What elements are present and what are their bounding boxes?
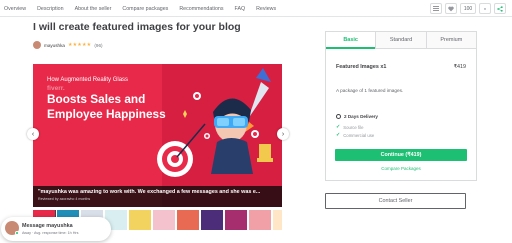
compare-packages-link[interactable]: Compare Packages <box>326 166 476 171</box>
chevron-right-icon: › <box>281 130 285 138</box>
seller-avatar[interactable] <box>33 41 41 49</box>
feature-label: Commercial use <box>343 132 375 138</box>
delivery-label: 2 Days Delivery <box>344 114 378 119</box>
gallery-thumbnail[interactable] <box>153 210 175 230</box>
nav-link-faq[interactable]: FAQ <box>235 6 246 12</box>
delivery-time: 2 Days Delivery <box>336 114 378 119</box>
nav-link-compare-packages[interactable]: Compare packages <box>122 6 168 12</box>
seller-name[interactable]: mayushka <box>44 43 65 48</box>
rating-count[interactable]: (96) <box>94 43 102 48</box>
chat-title: Message mayushka <box>22 223 73 229</box>
gallery-next-button[interactable]: › <box>277 128 289 140</box>
package-price: ₹419 <box>453 64 466 70</box>
feature-label: Source file <box>343 124 364 130</box>
star-rating-icon: ★★★★★ <box>67 42 92 48</box>
tab-standard[interactable]: Standard <box>375 32 426 49</box>
contact-seller-button[interactable]: Contact Seller <box>325 193 466 209</box>
package-name: Featured Images x1 <box>336 64 387 70</box>
share-icon <box>497 5 503 12</box>
page-section-links: Overview Description About the seller Co… <box>4 0 276 17</box>
nav-link-recommendations[interactable]: Recommendations <box>179 6 223 12</box>
gallery-thumbnail[interactable] <box>273 210 282 230</box>
gig-title: I will create featured images for your b… <box>33 21 241 33</box>
gallery-thumbnail[interactable] <box>249 210 271 230</box>
nav-link-description[interactable]: Description <box>37 6 64 12</box>
ar-glasses-illustration <box>157 68 273 177</box>
menu-button[interactable] <box>430 3 442 14</box>
menu-icon <box>433 6 439 11</box>
seller-overview: mayushka ★★★★★ (96) <box>33 40 103 50</box>
gallery-thumbnail[interactable] <box>177 210 199 230</box>
heart-icon <box>448 6 454 11</box>
review-attribution: Reviewed by azoravho 4 months <box>38 197 91 201</box>
online-status-dot <box>15 231 19 235</box>
check-icon: ✓ <box>336 124 341 130</box>
banner-line-3: Employee Happiness <box>47 107 166 121</box>
gallery-thumbnail[interactable] <box>129 210 151 230</box>
share-button[interactable] <box>494 3 506 14</box>
banner-line-2: Boosts Sales and <box>47 92 146 106</box>
more-dots-icon <box>484 7 486 10</box>
more-button[interactable] <box>479 3 491 14</box>
gallery-thumbnail[interactable] <box>225 210 247 230</box>
gig-gallery-slide[interactable]: How Augmented Reality Glass fiverr. Boos… <box>33 64 282 207</box>
message-seller-bubble[interactable]: Message mayushka Away · Avg. response ti… <box>1 217 111 241</box>
gig-page-nav: Overview Description About the seller Co… <box>0 0 512 17</box>
feature-item: ✓ Source file <box>336 124 364 130</box>
package-panel: Basic Standard Premium Featured Images x… <box>325 31 477 181</box>
continue-button[interactable]: Continue (₹419) <box>335 149 467 161</box>
tab-premium[interactable]: Premium <box>425 32 476 49</box>
review-overlay: "mayushka was amazing to work with. We e… <box>33 186 282 207</box>
banner-line-1: How Augmented Reality Glass <box>47 77 129 83</box>
gig-actions: 100 <box>430 3 506 14</box>
gallery-prev-button[interactable]: ‹ <box>27 128 39 140</box>
nav-link-reviews[interactable]: Reviews <box>256 6 276 12</box>
nav-link-overview[interactable]: Overview <box>4 6 26 12</box>
review-quote: "mayushka was amazing to work with. We e… <box>38 189 261 195</box>
gallery-thumbnail[interactable] <box>201 210 223 230</box>
tab-basic[interactable]: Basic <box>326 32 376 49</box>
check-icon: ✓ <box>336 132 341 138</box>
chevron-left-icon: ‹ <box>31 130 35 138</box>
feature-item: ✓ Commercial use <box>336 132 374 138</box>
package-description: A package of 1 featured images. <box>336 88 404 93</box>
fiverr-watermark: fiverr. <box>47 85 65 92</box>
clock-icon <box>336 114 341 119</box>
likes-count: 100 <box>460 3 476 14</box>
nav-link-about-seller[interactable]: About the seller <box>75 6 112 12</box>
chat-status: Away · Avg. response time: 1h Hrs <box>22 231 79 235</box>
package-tabs: Basic Standard Premium <box>326 32 476 49</box>
save-to-list-button[interactable] <box>445 3 457 14</box>
